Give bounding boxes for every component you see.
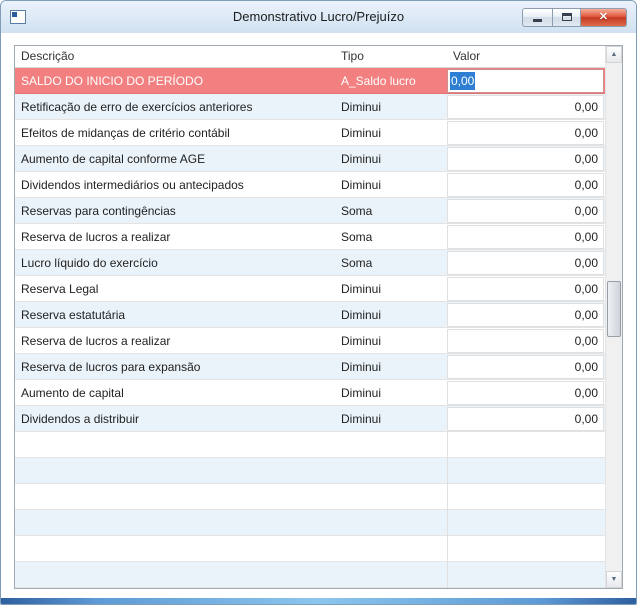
cell-valor [447,431,605,458]
grid-row[interactable] [15,483,605,510]
grid-row[interactable]: Reservas para contingências Soma 0,00 [15,198,605,224]
cell-valor: 0,00 [447,120,604,145]
grid-area: Descrição Tipo Valor SALDO DO INICIO DO … [15,46,605,588]
cell-valor: 0,00 [447,146,604,171]
cell-valor: 0,00 [447,224,604,249]
cell-valor [447,457,605,484]
cell-valor: 0,00 [447,172,604,197]
cell-tipo: Diminui [341,151,382,166]
grid-row-selected[interactable]: SALDO DO INICIO DO PERÍODO A_Saldo lucro 0… [15,68,605,94]
minimize-icon [533,19,542,22]
close-icon: ✕ [598,10,609,23]
cell-tipo: Diminui [341,411,382,426]
cell-valor: 0,00 [447,380,604,405]
cell-tipo: Soma [341,255,373,270]
grid-row[interactable] [15,561,605,588]
grid-panel: Descrição Tipo Valor SALDO DO INICIO DO … [14,45,623,589]
cell-valor: 0,00 [447,406,604,431]
close-button[interactable]: ✕ [581,7,627,27]
grid-row[interactable]: Lucro líquido do exercício Soma 0,00 [15,250,605,276]
scroll-up-button[interactable]: ▲ [606,46,622,63]
window-controls: ✕ [522,7,627,27]
grid-row[interactable]: Aumento de capital conforme AGE Diminui 0,… [15,146,605,172]
cell-descricao: Dividendos intermediários ou antecipados [21,177,244,192]
cell-valor: 0,00 [447,354,604,379]
window: Demonstrativo Lucro/Prejuízo ✕ Descrição… [0,0,637,605]
scroll-down-button[interactable]: ▼ [606,571,622,588]
vertical-scrollbar[interactable]: ▲ ▼ [605,46,622,588]
cell-descricao: Reserva Legal [21,281,99,296]
grid-row[interactable] [15,431,605,458]
cell-descricao: Reservas para contingências [21,203,176,218]
cell-tipo: Diminui [341,385,382,400]
cell-valor: 0,00 [447,328,604,353]
grid-header: Descrição Tipo Valor [15,46,605,68]
maximize-button[interactable] [552,7,581,27]
cell-descricao: Lucro líquido do exercício [21,255,158,270]
cell-tipo: Soma [341,203,373,218]
cell-descricao: Reserva estatutária [21,307,126,322]
cell-descricao: Efeitos de midanças de critério contábil [21,125,230,140]
cell-tipo: Soma [341,229,373,244]
titlebar[interactable]: Demonstrativo Lucro/Prejuízo ✕ [1,1,636,33]
cell-valor [447,535,605,562]
cell-tipo: Diminui [341,99,382,114]
cell-tipo: Diminui [341,281,382,296]
app-icon [10,10,26,24]
grid-row[interactable]: Efeitos de midanças de critério contábil… [15,120,605,146]
cell-descricao: Dividendos a distribuir [21,411,140,426]
cell-valor [447,561,605,588]
grid-row[interactable]: Reserva de lucros a realizar Soma 0,00 [15,224,605,250]
cell-tipo: Diminui [341,177,382,192]
grid-row[interactable] [15,509,605,536]
cell-valor: 0,00 [447,250,604,275]
scrollbar-track[interactable] [606,63,622,571]
cell-descricao: Reserva de lucros para expansão [21,359,201,374]
column-header-tipo[interactable]: Tipo [335,46,447,67]
cell-tipo: Diminui [341,125,382,140]
cell-tipo: Diminui [341,333,382,348]
cell-valor: 0,00 [447,302,604,327]
grid-row[interactable]: Retificação de erro de exercícios anteri… [15,94,605,120]
cell-tipo: Diminui [341,307,382,322]
column-header-valor[interactable]: Valor [447,46,605,67]
window-bottom-border [1,598,636,604]
cell-descricao: SALDO DO INICIO DO PERÍODO [21,73,204,88]
cell-tipo: Diminui [341,359,382,374]
cell-valor: 0,00 [447,198,604,223]
grid-row[interactable]: Aumento de capital Diminui 0,00 [15,380,605,406]
grid-row[interactable] [15,457,605,484]
minimize-button[interactable] [522,7,552,27]
selected-text: 0,00 [450,71,476,90]
grid-row[interactable] [15,535,605,562]
cell-valor: 0,00 [447,94,604,119]
scrollbar-thumb[interactable] [607,281,621,338]
cell-valor: 0,00 [447,276,604,301]
valor-input[interactable]: 0,00 [447,68,604,93]
cell-tipo: A_Saldo lucro [341,73,416,88]
column-header-descricao[interactable]: Descrição [15,46,335,67]
grid-row[interactable]: Reserva estatutária Diminui 0,00 [15,302,605,328]
cell-valor [447,509,605,536]
cell-descricao: Aumento de capital conforme AGE [21,151,206,166]
cell-descricao: Reserva de lucros a realizar [21,333,171,348]
cell-descricao: Retificação de erro de exercícios anteri… [21,99,253,114]
grid-rows: SALDO DO INICIO DO PERÍODO A_Saldo lucro 0… [15,68,605,588]
cell-descricao: Aumento de capital [21,385,124,400]
grid-row[interactable]: Reserva Legal Diminui 0,00 [15,276,605,302]
grid-row[interactable]: Reserva de lucros a realizar Diminui 0,00 [15,328,605,354]
grid-row[interactable]: Dividendos a distribuir Diminui 0,00 [15,406,605,432]
cell-descricao: Reserva de lucros a realizar [21,229,171,244]
grid-row[interactable]: Dividendos intermediários ou antecipados… [15,172,605,198]
cell-valor [447,483,605,510]
grid-row[interactable]: Reserva de lucros para expansão Diminui 0,… [15,354,605,380]
maximize-icon [561,13,572,21]
